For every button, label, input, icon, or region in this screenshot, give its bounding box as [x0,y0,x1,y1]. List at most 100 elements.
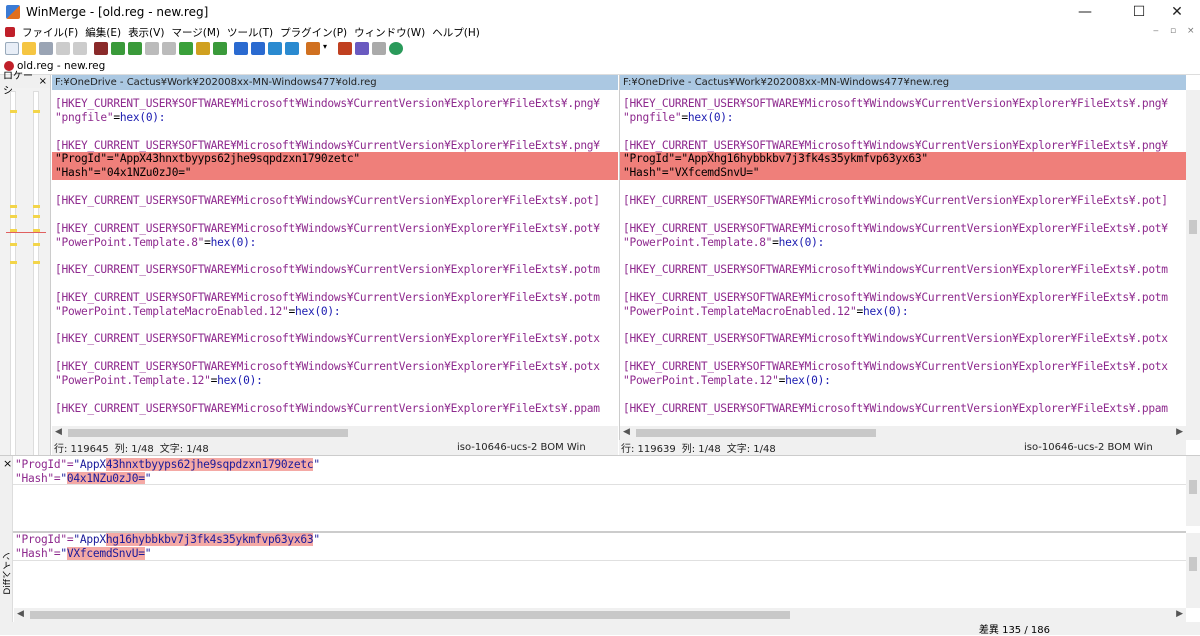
diff-upper-vscroll-thumb[interactable] [1189,480,1197,494]
empty-line[interactable] [52,346,618,360]
vscroll-thumb[interactable] [1189,220,1197,234]
registry-value-line[interactable]: "PowerPoint.Template.12"=hex(0): [52,374,618,388]
mdi-close-button[interactable]: × [1187,26,1195,36]
location-pane-close-button[interactable]: × [39,76,47,87]
vertical-scrollbar[interactable] [1186,90,1200,440]
last-diff-icon[interactable] [179,42,193,55]
registry-key-line[interactable]: [HKEY_CURRENT_USER¥SOFTWARE¥Microsoft¥Wi… [620,194,1186,208]
document-icon[interactable] [5,27,15,37]
diff-upper-vscrollbar[interactable] [1186,456,1200,526]
diff-lower-vscrollbar[interactable] [1186,533,1200,608]
empty-line[interactable] [52,249,618,263]
diff-lower-vscroll-thumb[interactable] [1189,557,1197,571]
menu-plugins[interactable]: プラグイン(P) [280,25,347,40]
menu-help[interactable]: ヘルプ(H) [432,25,480,40]
location-pane[interactable]: ロケーシ × [0,71,51,461]
empty-line[interactable] [620,249,1186,263]
prev-diff-icon[interactable] [128,42,142,55]
diff-hscroll-thumb[interactable] [30,611,790,619]
menu-file[interactable]: ファイル(F) [22,25,78,40]
registry-key-line[interactable]: [HKEY_CURRENT_USER¥SOFTWARE¥Microsoft¥Wi… [52,332,618,346]
open-icon[interactable] [22,42,36,55]
registry-key-line[interactable]: [HKEY_CURRENT_USER¥SOFTWARE¥Microsoft¥Wi… [52,360,618,374]
compare-left-icon[interactable] [355,42,369,55]
undo-icon[interactable] [56,42,70,55]
right-hscroll-thumb[interactable] [636,429,876,437]
compare-icon[interactable] [338,42,352,55]
registry-key-line[interactable]: [HKEY_CURRENT_USER¥SOFTWARE¥Microsoft¥Wi… [620,332,1186,346]
right-code-area[interactable]: [HKEY_CURRENT_USER¥SOFTWARE¥Microsoft¥Wi… [620,90,1186,426]
close-button[interactable]: ✕ [1154,0,1200,24]
options-icon[interactable] [94,42,108,55]
diff-pane-close-button[interactable]: × [3,457,12,470]
minimize-button[interactable]: — [1062,0,1108,24]
refresh-icon[interactable] [389,42,403,55]
scroll-left-arrow-icon[interactable]: ◀ [623,427,630,437]
mdi-restore-button[interactable]: ▫ [1170,26,1176,36]
empty-line[interactable] [620,388,1186,402]
registry-key-line[interactable]: [HKEY_CURRENT_USER¥SOFTWARE¥Microsoft¥Wi… [52,194,618,208]
save-icon[interactable] [39,42,53,55]
empty-line[interactable] [52,277,618,291]
edit-icon[interactable] [306,42,320,55]
current-diff-icon[interactable] [162,42,176,55]
empty-line[interactable] [52,208,618,222]
registry-key-line[interactable]: [HKEY_CURRENT_USER¥SOFTWARE¥Microsoft¥Wi… [620,291,1186,305]
merge-left-icon[interactable] [251,42,265,55]
registry-key-line[interactable]: [HKEY_CURRENT_USER¥SOFTWARE¥Microsoft¥Wi… [620,97,1186,111]
scroll-right-arrow-icon[interactable]: ▶ [1176,609,1183,619]
registry-value-line[interactable]: "PowerPoint.TemplateMacroEnabled.12"=hex… [620,305,1186,319]
left-code-area[interactable]: [HKEY_CURRENT_USER¥SOFTWARE¥Microsoft¥Wi… [52,90,618,426]
diff-line[interactable]: "Hash"="VXfcemdSnvU=" [620,166,1186,181]
registry-key-line[interactable]: [HKEY_CURRENT_USER¥SOFTWARE¥Microsoft¥Wi… [620,222,1186,236]
empty-line[interactable] [620,180,1186,194]
menu-tools[interactable]: ツール(T) [227,25,273,40]
diff-right-progid-line[interactable]: "ProgId"="AppXhg16hybbkbv7j3fk4s35ykmfvp… [15,533,320,547]
empty-line[interactable] [52,125,618,139]
registry-value-line[interactable]: "pngfile"=hex(0): [620,111,1186,125]
registry-key-line[interactable]: [HKEY_CURRENT_USER¥SOFTWARE¥Microsoft¥Wi… [620,263,1186,277]
menu-window[interactable]: ウィンドウ(W) [354,25,425,40]
empty-line[interactable] [52,319,618,333]
diff-horizontal-scrollbar[interactable]: ◀ ▶ [14,608,1186,622]
first-diff-icon[interactable] [145,42,159,55]
empty-line[interactable] [620,125,1186,139]
dropdown-arrow-icon[interactable]: ▾ [323,42,331,55]
right-horizontal-scrollbar[interactable]: ◀ ▶ [620,426,1186,440]
diff-line[interactable]: "ProgId"="AppXhg16hybbkbv7j3fk4s35ykmfvp… [620,152,1186,167]
registry-value-line[interactable]: "pngfile"=hex(0): [52,111,618,125]
menu-view[interactable]: 表示(V) [128,25,164,40]
registry-key-line[interactable]: [HKEY_CURRENT_USER¥SOFTWARE¥Microsoft¥Wi… [52,263,618,277]
registry-value-line[interactable]: "PowerPoint.Template.8"=hex(0): [52,236,618,250]
merge-right-icon[interactable] [234,42,248,55]
diff-left-progid-line[interactable]: "ProgId"="AppX43hnxtbyyps62jhe9sqpdzxn17… [15,458,320,472]
redo-icon[interactable] [73,42,87,55]
scroll-right-arrow-icon[interactable]: ▶ [1176,427,1183,437]
right-file-pane[interactable]: F:¥OneDrive - Cactus¥Work¥202008xx-MN-Wi… [619,75,1186,440]
empty-line[interactable] [620,277,1186,291]
copy-right-icon[interactable] [196,42,210,55]
save-pane-icon[interactable] [372,42,386,55]
diff-detail-pane[interactable]: × Diffペイン "ProgId"="AppX43hnxtbyyps62jhe… [0,455,1200,623]
left-horizontal-scrollbar[interactable]: ◀ [52,426,618,440]
registry-value-line[interactable]: "PowerPoint.Template.12"=hex(0): [620,374,1186,388]
registry-value-line[interactable]: "PowerPoint.TemplateMacroEnabled.12"=hex… [52,305,618,319]
mdi-minimize-button[interactable]: ‒ [1153,26,1159,36]
empty-line[interactable] [620,208,1186,222]
registry-key-line[interactable]: [HKEY_CURRENT_USER¥SOFTWARE¥Microsoft¥Wi… [52,139,618,153]
location-bar-right[interactable] [33,91,39,461]
registry-key-line[interactable]: [HKEY_CURRENT_USER¥SOFTWARE¥Microsoft¥Wi… [620,360,1186,374]
scroll-left-arrow-icon[interactable]: ◀ [55,427,62,437]
left-file-pane[interactable]: F:¥OneDrive - Cactus¥Work¥202008xx-MN-Wi… [52,75,618,440]
menu-edit[interactable]: 編集(E) [85,25,121,40]
scroll-left-arrow-icon[interactable]: ◀ [17,609,24,619]
registry-key-line[interactable]: [HKEY_CURRENT_USER¥SOFTWARE¥Microsoft¥Wi… [620,402,1186,416]
all-left-icon[interactable] [285,42,299,55]
diff-right-hash-line[interactable]: "Hash"="VXfcemdSnvU=" [15,547,151,561]
all-right-icon[interactable] [268,42,282,55]
menu-merge[interactable]: マージ(M) [171,25,220,40]
empty-line[interactable] [620,319,1186,333]
copy-left-icon[interactable] [213,42,227,55]
registry-key-line[interactable]: [HKEY_CURRENT_USER¥SOFTWARE¥Microsoft¥Wi… [52,402,618,416]
new-icon[interactable] [5,42,19,55]
